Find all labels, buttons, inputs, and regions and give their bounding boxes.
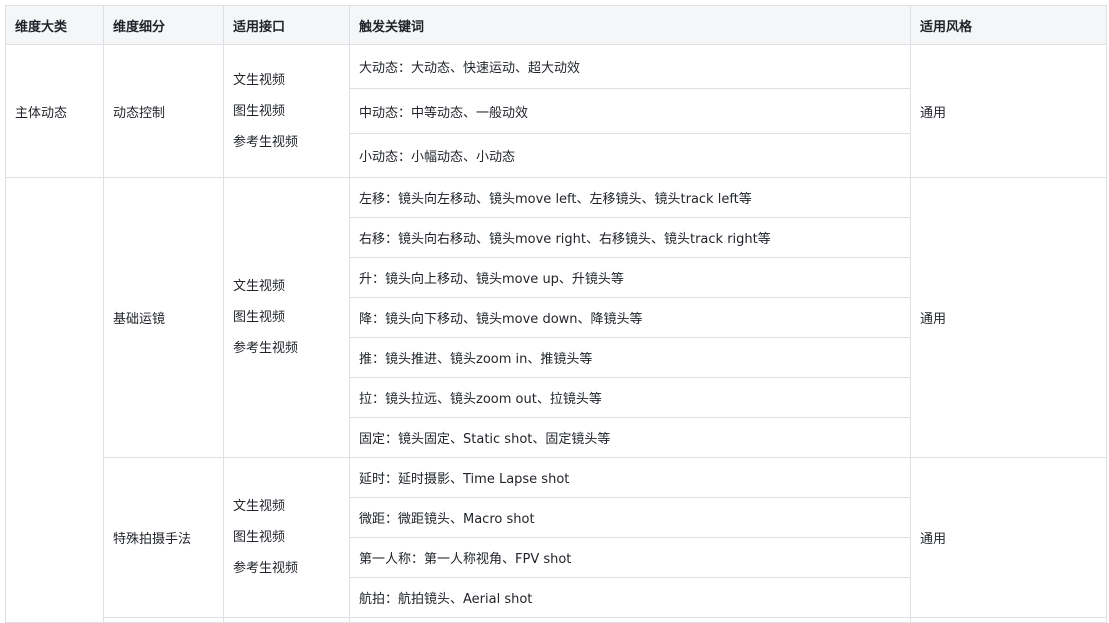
keyword-cell: 第一人称：第一人称视角、FPV shot bbox=[349, 537, 911, 578]
table-row: 特殊拍摄手法 文生视频 图生视频 参考生视频 延时：延时摄影、Time Laps… bbox=[6, 457, 1107, 618]
interface-item: 图生视频 bbox=[233, 310, 286, 325]
keyword-cell: 延时：延时摄影、Time Lapse shot bbox=[349, 457, 911, 498]
keyword-cell: 升：镜头向上移动、镜头move up、升镜头等 bbox=[349, 257, 911, 298]
keyword-cell: 中动态：中等动态、一般动效 bbox=[349, 88, 911, 134]
keyword-cell: 左移：镜头向左移动、镜头move left、左移镜头、镜头track left等 bbox=[349, 177, 911, 218]
header-trigger-keywords: 触发关键词 bbox=[349, 5, 911, 45]
keyword-cell: 大动态：大动态、快速运动、超大动效 bbox=[349, 44, 911, 89]
interface-item: 参考生视频 bbox=[233, 341, 299, 356]
header-dimension-category: 维度大类 bbox=[5, 5, 104, 45]
keyword-cell: 微距：微距镜头、Macro shot bbox=[349, 497, 911, 538]
style-cell: 通用 bbox=[910, 44, 1107, 178]
partial-cell bbox=[910, 617, 1107, 623]
table-header-row: 维度大类 维度细分 适用接口 触发关键词 适用风格 bbox=[5, 5, 1107, 45]
header-style: 适用风格 bbox=[910, 5, 1107, 45]
table-row: 基础运镜 文生视频 图生视频 参考生视频 左移：镜头向左移动、镜头move le… bbox=[5, 177, 1107, 623]
interface-cell: 文生视频 图生视频 参考生视频 bbox=[223, 44, 350, 178]
partial-cell bbox=[223, 617, 350, 623]
keyword-cell: 推：镜头推进、镜头zoom in、推镜头等 bbox=[349, 337, 911, 378]
interface-cell: 文生视频 图生视频 参考生视频 bbox=[223, 457, 350, 618]
interface-cell: 文生视频 图生视频 参考生视频 bbox=[223, 177, 350, 458]
header-dimension-subcategory: 维度细分 bbox=[103, 5, 224, 45]
interface-item: 图生视频 bbox=[233, 530, 286, 545]
subcategory-cell: 动态控制 bbox=[103, 44, 224, 178]
interface-item: 参考生视频 bbox=[233, 134, 299, 150]
keyword-cell: 航拍：航拍镜头、Aerial shot bbox=[349, 577, 911, 618]
keyword-cell: 拉：镜头拉远、镜头zoom out、拉镜头等 bbox=[349, 377, 911, 418]
style-cell: 通用 bbox=[910, 457, 1107, 618]
partial-cell bbox=[349, 617, 911, 623]
interface-item: 文生视频 bbox=[233, 72, 286, 88]
interface-item: 图生视频 bbox=[233, 103, 286, 119]
keyword-cell: 右移：镜头向右移动、镜头move right、右移镜头、镜头track righ… bbox=[349, 217, 911, 258]
category-cell: 主体动态 bbox=[5, 44, 104, 178]
interface-item: 文生视频 bbox=[233, 499, 286, 514]
keyword-cell: 固定：镜头固定、Static shot、固定镜头等 bbox=[349, 417, 911, 458]
table-row: 主体动态 动态控制 文生视频 图生视频 参考生视频 大动态：大动态、快速运动、超… bbox=[5, 44, 1107, 178]
category-cell bbox=[5, 177, 104, 623]
subcategory-cell: 基础运镜 bbox=[103, 177, 224, 458]
table-row-partial bbox=[6, 617, 1107, 623]
interface-item: 文生视频 bbox=[233, 279, 286, 294]
style-cell: 通用 bbox=[910, 177, 1107, 458]
keyword-cell: 小动态：小幅动态、小动态 bbox=[349, 133, 911, 178]
keyword-table: 维度大类 维度细分 适用接口 触发关键词 适用风格 主体动态 动态控制 文生视频… bbox=[5, 5, 1107, 623]
partial-cell bbox=[103, 617, 224, 623]
keyword-cell: 降：镜头向下移动、镜头move down、降镜头等 bbox=[349, 297, 911, 338]
subcategory-cell: 特殊拍摄手法 bbox=[103, 457, 224, 618]
header-interface: 适用接口 bbox=[223, 5, 350, 45]
interface-item: 参考生视频 bbox=[233, 561, 299, 576]
